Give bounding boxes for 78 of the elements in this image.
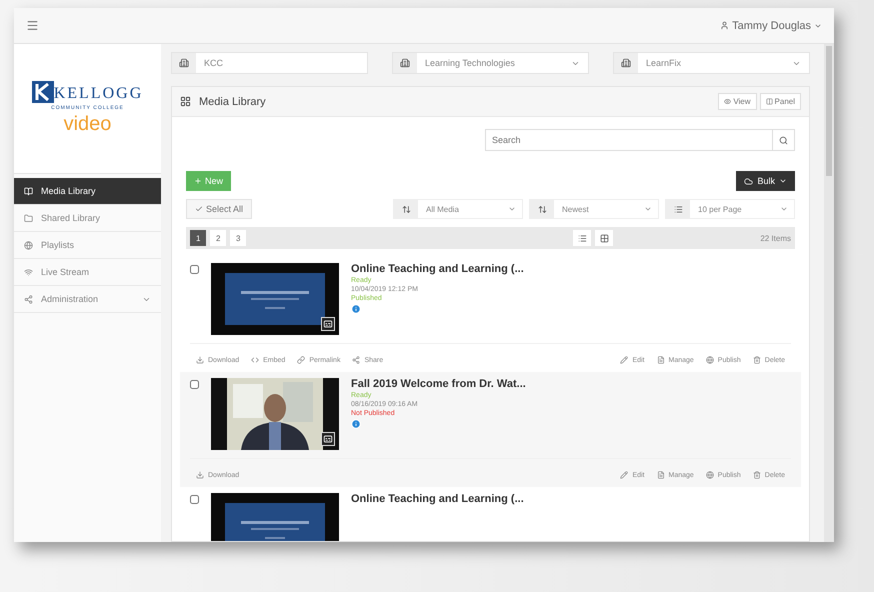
scrollbar[interactable] (826, 46, 832, 176)
pencil-icon (620, 471, 628, 479)
sort-select[interactable]: 10 per Page (665, 199, 795, 219)
globe-icon (706, 356, 714, 364)
grid-icon (600, 234, 609, 242)
pencil-icon (620, 356, 628, 364)
globe-icon (706, 471, 714, 479)
sort-select[interactable]: All Media (393, 199, 523, 219)
sidebar-item[interactable]: Live Stream (14, 259, 161, 286)
download-icon (196, 471, 204, 479)
trash-icon (752, 356, 761, 364)
building-icon (621, 58, 631, 68)
caret-icon (779, 177, 787, 185)
captions-icon (321, 432, 335, 446)
list-icon (674, 204, 682, 214)
page-button[interactable]: 2 (210, 230, 226, 246)
file-icon (656, 471, 664, 479)
link-icon (297, 356, 306, 364)
bulk-button[interactable]: Bulk (736, 171, 795, 191)
panel-title: Media Library (199, 96, 266, 108)
header-button[interactable]: Panel (760, 93, 801, 110)
menu-icon[interactable] (26, 19, 39, 32)
media-title[interactable]: Online Teaching and Learning (... (351, 263, 524, 275)
page-button[interactable]: 1 (190, 230, 206, 246)
logo-icon (32, 81, 54, 103)
code-icon (251, 356, 260, 364)
wifi-icon (24, 268, 33, 276)
share-icon (352, 356, 360, 364)
folder-icon (24, 214, 33, 222)
sidebar-item[interactable]: Administration (14, 286, 161, 313)
media-title[interactable]: Online Teaching and Learning (... (351, 493, 524, 505)
plus-icon (194, 177, 202, 185)
sidebar-item[interactable]: Shared Library (14, 205, 161, 232)
grid-icon (180, 96, 191, 107)
page-button[interactable]: 3 (230, 230, 246, 246)
globe-icon (24, 240, 33, 250)
user-menu[interactable]: Tammy Douglas (720, 20, 822, 32)
search-icon[interactable] (779, 136, 788, 144)
list-view-button[interactable] (573, 230, 592, 246)
book-icon (24, 186, 33, 196)
share-icon (24, 294, 33, 304)
logo-name: KELLOGG (54, 85, 144, 103)
building-icon (179, 58, 189, 68)
cloud-icon (744, 176, 754, 186)
sort-select[interactable]: Newest (529, 199, 659, 219)
item-count: 22 Items (760, 234, 791, 242)
file-icon (656, 356, 664, 364)
media-title[interactable]: Fall 2019 Welcome from Dr. Wat... (351, 378, 526, 390)
info-icon[interactable] (351, 419, 361, 429)
sidebar-item[interactable]: Media Library (14, 178, 161, 205)
filter-select[interactable]: KCC (171, 52, 368, 74)
item-checkbox[interactable] (190, 495, 199, 504)
eye-icon (724, 98, 732, 105)
user-icon (720, 21, 730, 30)
caret-icon (780, 205, 788, 213)
sort-icon (538, 204, 546, 214)
info-icon[interactable] (351, 304, 361, 314)
columns-icon (766, 98, 773, 105)
check-icon (195, 205, 203, 213)
trash-icon (752, 471, 761, 479)
filter-select[interactable]: Learning Technologies (392, 52, 589, 74)
filter-select[interactable]: LearnFix (613, 52, 810, 74)
sort-icon (402, 204, 410, 214)
select-all-button[interactable]: Select All (186, 199, 252, 219)
header-button[interactable]: View (718, 93, 757, 110)
sidebar-item[interactable]: Playlists (14, 232, 161, 259)
captions-icon (321, 317, 335, 331)
product-name: video (64, 113, 112, 136)
item-checkbox[interactable] (190, 380, 199, 389)
caret-icon (508, 205, 516, 213)
item-checkbox[interactable] (190, 265, 199, 274)
new-button[interactable]: New (186, 171, 232, 191)
download-icon (196, 356, 204, 364)
grid-view-button[interactable] (595, 230, 614, 246)
search-field[interactable]: Search (485, 129, 795, 151)
list-icon (578, 234, 587, 242)
building-icon (400, 58, 410, 68)
caret-icon (644, 205, 652, 213)
